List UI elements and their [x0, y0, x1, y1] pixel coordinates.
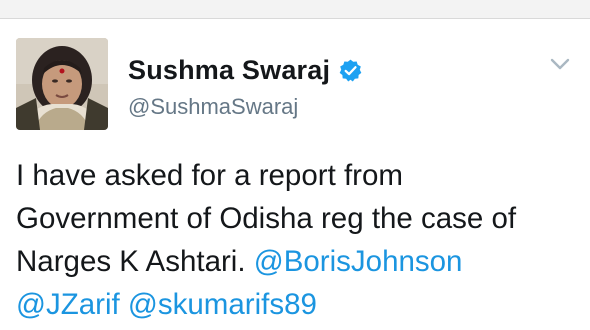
mention-link-skumarifs89[interactable]: @skumarifs89	[128, 288, 317, 321]
tweet-text-segment: Narges K Ashtari.	[16, 245, 254, 278]
tweet-text-line: @JZarif @skumarifs89	[16, 283, 586, 326]
tweet-text-line: I have asked for a report from	[16, 159, 403, 192]
avatar-image	[16, 38, 108, 130]
mention-link-borisjohnson[interactable]: @BorisJohnson	[254, 245, 463, 278]
avatar[interactable]	[16, 38, 108, 130]
mention-separator	[120, 288, 128, 321]
display-name[interactable]: Sushma Swaraj	[128, 55, 330, 86]
user-handle[interactable]: @SushmaSwaraj	[128, 94, 298, 120]
tweet-header: Sushma Swaraj @SushmaSwaraj	[16, 38, 576, 132]
tweet-text-line: Government of Odisha reg the case of	[16, 202, 517, 235]
tweet-text: I have asked for a report from Governmen…	[16, 154, 586, 326]
mention-link-jzarif[interactable]: @JZarif	[16, 288, 120, 321]
tweet-screenshot: Sushma Swaraj @SushmaSwaraj I have asked…	[0, 0, 590, 330]
chevron-down-icon[interactable]	[549, 56, 571, 72]
top-divider	[0, 0, 590, 19]
tweet-text-line: Narges K Ashtari. @BorisJohnson	[16, 240, 586, 283]
display-name-row: Sushma Swaraj	[128, 54, 363, 86]
verified-badge-icon	[338, 58, 363, 83]
